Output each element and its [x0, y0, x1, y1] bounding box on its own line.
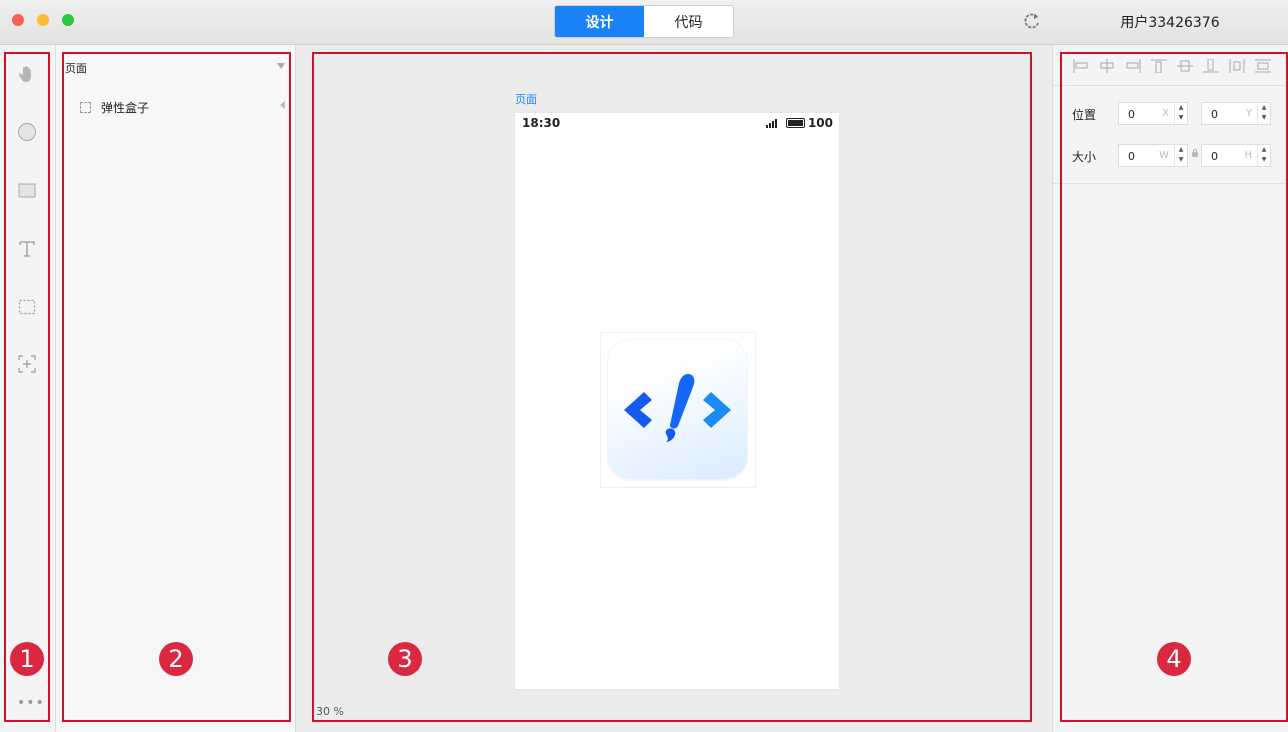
- container-tool-icon[interactable]: [16, 296, 38, 318]
- h-value: 0: [1211, 150, 1218, 163]
- x-field[interactable]: 0 X ▲ ▼: [1118, 102, 1188, 125]
- close-window-button[interactable]: [12, 14, 24, 26]
- distribute-vertical-icon[interactable]: [1255, 59, 1271, 73]
- y-value: 0: [1211, 108, 1218, 121]
- annotation-badge-2: 2: [159, 642, 193, 676]
- w-unit: W: [1159, 150, 1169, 161]
- hand-tool-icon[interactable]: [16, 63, 38, 85]
- w-value: 0: [1128, 150, 1135, 163]
- username[interactable]: 用户33426376: [1100, 12, 1240, 32]
- size-label: 大小: [1072, 150, 1097, 164]
- align-right-icon[interactable]: [1125, 59, 1141, 73]
- circle-tool-icon[interactable]: [16, 121, 38, 143]
- zoom-window-button[interactable]: [62, 14, 74, 26]
- minimize-window-button[interactable]: [37, 14, 49, 26]
- y-field[interactable]: 0 Y ▲ ▼: [1201, 102, 1271, 125]
- width-field[interactable]: 0 W ▲ ▼: [1118, 144, 1188, 167]
- tab-code[interactable]: 代码: [644, 6, 733, 37]
- distribute-horizontal-icon[interactable]: [1229, 59, 1245, 73]
- tool-bar: •••: [0, 45, 56, 732]
- x-stepper[interactable]: ▲ ▼: [1174, 103, 1187, 124]
- align-top-icon[interactable]: [1151, 59, 1167, 73]
- app-logo: [608, 340, 747, 479]
- annotation-badge-4: 4: [1157, 642, 1191, 676]
- h-stepper[interactable]: ▲ ▼: [1257, 145, 1270, 166]
- lock-icon[interactable]: [1192, 149, 1198, 157]
- y-stepper[interactable]: ▲ ▼: [1257, 103, 1270, 124]
- status-indicators: 100: [765, 116, 833, 130]
- align-left-icon[interactable]: [1073, 59, 1089, 73]
- height-field[interactable]: 0 H ▲ ▼: [1201, 144, 1271, 167]
- expand-caret-icon[interactable]: [280, 101, 285, 109]
- more-tools-icon[interactable]: •••: [17, 695, 45, 711]
- signal-icon: [765, 118, 778, 128]
- add-frame-tool-icon[interactable]: [16, 353, 38, 375]
- code-brush-icon: [624, 374, 731, 442]
- alignment-toolbar: [1053, 45, 1288, 86]
- design-canvas[interactable]: 页面 18:30 100 30 %: [296, 45, 1051, 732]
- collapse-caret-icon[interactable]: [277, 63, 285, 69]
- zoom-level[interactable]: 30 %: [316, 705, 344, 718]
- size-row: 大小 0 W ▲ ▼ 0 H ▲ ▼: [1053, 143, 1288, 169]
- align-vertical-center-icon[interactable]: [1177, 59, 1193, 73]
- layer-flexbox-label: 弹性盒子: [101, 101, 150, 115]
- phone-frame[interactable]: 18:30 100: [515, 113, 839, 689]
- rectangle-tool-icon[interactable]: [16, 179, 38, 201]
- w-stepper[interactable]: ▲ ▼: [1174, 145, 1187, 166]
- page-label[interactable]: 页面: [515, 91, 537, 107]
- layer-flexbox[interactable]: 弹性盒子: [80, 99, 149, 116]
- tab-design[interactable]: 设计: [555, 6, 644, 37]
- y-unit: Y: [1245, 108, 1252, 119]
- x-value: 0: [1128, 108, 1135, 121]
- position-row: 位置 0 X ▲ ▼ 0 Y ▲ ▼: [1053, 101, 1288, 127]
- annotation-badge-3: 3: [388, 642, 422, 676]
- battery-level: 100: [807, 116, 833, 130]
- app-logo-frame[interactable]: [600, 332, 756, 488]
- align-bottom-icon[interactable]: [1203, 59, 1219, 73]
- divider: [1053, 183, 1288, 184]
- container-icon: [80, 102, 91, 113]
- align-horizontal-center-icon[interactable]: [1099, 59, 1115, 73]
- annotation-badge-1: 1: [10, 642, 44, 676]
- layers-panel: 页面 弹性盒子: [56, 45, 296, 732]
- refresh-icon[interactable]: [1022, 11, 1042, 31]
- mode-switch: 设计 代码: [554, 5, 734, 38]
- x-unit: X: [1162, 108, 1169, 119]
- status-time: 18:30: [522, 116, 561, 130]
- h-unit: H: [1244, 150, 1252, 161]
- battery-icon: [785, 118, 805, 128]
- title-bar: 设计 代码 用户33426376: [0, 0, 1288, 45]
- position-label: 位置: [1072, 108, 1097, 122]
- layer-page[interactable]: 页面: [65, 60, 87, 76]
- text-tool-icon[interactable]: [16, 238, 38, 260]
- inspector-panel: 位置 0 X ▲ ▼ 0 Y ▲ ▼ 大小 0 W ▲ ▼ 0 H ▲ ▼: [1052, 45, 1288, 732]
